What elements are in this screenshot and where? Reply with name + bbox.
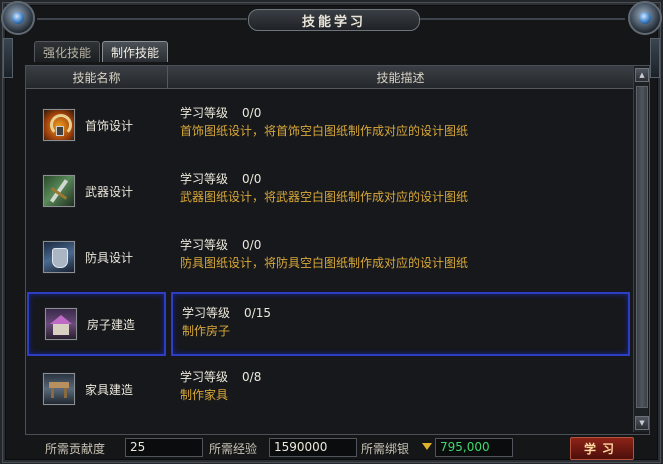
header-skill-name: 技能名称 — [26, 66, 168, 89]
exp-value: 1590000 — [269, 438, 357, 457]
right-frame-ornament — [650, 38, 660, 78]
contribution-label: 所需贡献度 — [45, 442, 106, 456]
table-row[interactable]: 防具设计 学习等级 0/0 防具图纸设计，将防具空白图纸制作成对应的设计图纸 — [26, 224, 632, 290]
skill-name-cell[interactable]: 防具设计 — [27, 226, 164, 288]
skill-name: 防具设计 — [85, 250, 134, 265]
level-value: 0/0 — [242, 238, 262, 252]
level-value: 0/15 — [244, 306, 271, 320]
tab-bar: 强化技能 制作技能 — [34, 41, 169, 62]
house-icon — [45, 308, 77, 340]
skill-desc-cell: 学习等级 0/0 武器图纸设计，将武器空白图纸制作成对应的设计图纸 — [171, 160, 626, 222]
ornament-right-icon — [628, 1, 662, 35]
skill-name: 家具建造 — [85, 382, 134, 397]
contribution-value: 25 — [125, 438, 203, 457]
skill-description: 首饰图纸设计，将首饰空白图纸制作成对应的设计图纸 — [180, 124, 469, 138]
necklace-icon — [43, 109, 75, 141]
skill-list: 首饰设计 学习等级 0/0 首饰图纸设计，将首饰空白图纸制作成对应的设计图纸 武器… — [26, 89, 632, 434]
skill-description: 武器图纸设计，将武器空白图纸制作成对应的设计图纸 — [180, 190, 469, 204]
skill-learning-window: 技能学习 强化技能 制作技能 技能名称 技能描述 首饰设计 学习等级 0/0 首… — [1, 1, 662, 463]
tab-enhance-skills[interactable]: 强化技能 — [34, 41, 101, 62]
level-label: 学习等级 — [180, 106, 229, 120]
skill-desc-cell: 学习等级 0/8 制作家具 — [171, 358, 626, 420]
skill-name-cell[interactable]: 房子建造 — [27, 292, 166, 356]
level-label: 学习等级 — [180, 370, 229, 384]
silver-dropdown-icon[interactable] — [422, 443, 432, 450]
table-row[interactable]: 武器设计 学习等级 0/0 武器图纸设计，将武器空白图纸制作成对应的设计图纸 — [26, 158, 632, 224]
skill-desc-cell: 学习等级 0/0 首饰图纸设计，将首饰空白图纸制作成对应的设计图纸 — [171, 94, 626, 156]
silver-label: 所需绑银 — [361, 442, 410, 456]
skill-description: 制作房子 — [182, 324, 231, 338]
title-rail-right — [419, 18, 625, 20]
skill-name: 武器设计 — [85, 184, 134, 199]
skill-description: 制作家具 — [180, 388, 229, 402]
silver-value: 795,000 — [435, 438, 513, 457]
level-label: 学习等级 — [180, 238, 229, 252]
level-label: 学习等级 — [180, 172, 229, 186]
skill-desc-cell: 学习等级 0/0 防具图纸设计，将防具空白图纸制作成对应的设计图纸 — [171, 226, 626, 288]
requirements-bar: 所需贡献度 25 所需经验 1590000 所需绑银 795,000 学习 — [25, 437, 648, 460]
table-header: 技能名称 技能描述 — [26, 66, 649, 89]
weapon-icon — [43, 175, 75, 207]
learn-button[interactable]: 学习 — [570, 437, 634, 460]
skill-name-cell[interactable]: 家具建造 — [27, 358, 164, 420]
scroll-thumb[interactable] — [636, 86, 648, 408]
exp-label: 所需经验 — [209, 442, 258, 456]
scroll-up-icon[interactable]: ▲ — [635, 68, 649, 82]
level-value: 0/0 — [242, 172, 262, 186]
table-row-selected[interactable]: 房子建造 学习等级 0/15 制作房子 — [26, 290, 632, 356]
skill-name: 房子建造 — [87, 317, 136, 332]
armor-icon — [43, 241, 75, 273]
table-row[interactable]: 首饰设计 学习等级 0/0 首饰图纸设计，将首饰空白图纸制作成对应的设计图纸 — [26, 92, 632, 158]
title-rail-left — [37, 18, 247, 20]
scrollbar[interactable]: ▲ ▼ — [633, 66, 649, 432]
level-label: 学习等级 — [182, 306, 231, 320]
tab-crafting-skills[interactable]: 制作技能 — [102, 41, 169, 62]
furniture-icon — [43, 373, 75, 405]
header-skill-description: 技能描述 — [168, 66, 634, 89]
skill-name: 首饰设计 — [85, 118, 134, 133]
level-value: 0/8 — [242, 370, 262, 384]
skill-desc-cell: 学习等级 0/15 制作房子 — [171, 292, 630, 356]
level-value: 0/0 — [242, 106, 262, 120]
left-frame-ornament — [3, 38, 13, 78]
window-title: 技能学习 — [248, 9, 420, 31]
ornament-left-icon — [1, 1, 35, 35]
skill-name-cell[interactable]: 武器设计 — [27, 160, 164, 222]
scroll-down-icon[interactable]: ▼ — [635, 416, 649, 430]
skill-table: 技能名称 技能描述 首饰设计 学习等级 0/0 首饰图纸设计，将首饰空白图纸制作成… — [25, 65, 650, 435]
table-row[interactable]: 家具建造 学习等级 0/8 制作家具 — [26, 356, 632, 422]
skill-description: 防具图纸设计，将防具空白图纸制作成对应的设计图纸 — [180, 256, 469, 270]
skill-name-cell[interactable]: 首饰设计 — [27, 94, 164, 156]
